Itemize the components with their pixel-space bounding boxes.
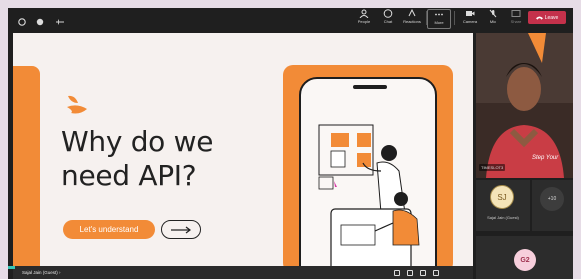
bunny-logo-icon: [67, 95, 87, 114]
headline-line-2: need API?: [61, 159, 197, 192]
participant-tile-g2[interactable]: G2: [476, 236, 573, 279]
meeting-toolbar: People Chat Reactions More Camera Mic Sh…: [8, 8, 573, 30]
share-view-controls: [394, 270, 439, 276]
people-puzzle-illustration: [318, 85, 420, 269]
lets-understand-button: Let's understand: [63, 220, 155, 239]
participant-tile-sj[interactable]: SJ Sajal Jain (Guest): [476, 180, 530, 231]
toolbar-left: [18, 13, 64, 26]
reactions-label: Reactions: [403, 19, 421, 24]
fullscreen-icon[interactable]: [433, 270, 439, 276]
people-button[interactable]: People: [352, 9, 376, 29]
shirt-text: Step Your: [532, 155, 559, 161]
chat-label: Chat: [383, 19, 393, 24]
avatar: SJ: [490, 185, 514, 209]
more-icon: [435, 13, 443, 16]
share-icon: [511, 10, 521, 17]
shared-screen-slide: Why do we need API? Let's understand: [13, 33, 473, 269]
zoom-icon[interactable]: [407, 270, 413, 276]
share-label: Share: [510, 19, 522, 24]
camera-icon: [466, 11, 475, 16]
people-icon: [359, 9, 369, 18]
reactions-icon: [408, 9, 416, 17]
mic-button[interactable]: Mic: [481, 9, 505, 29]
record-icon[interactable]: [18, 13, 28, 26]
leave-label: Leave: [544, 14, 559, 21]
headline-line-1: Why do we: [61, 125, 214, 158]
stop-icon[interactable]: [36, 13, 46, 26]
people-label: People: [357, 19, 371, 24]
camera-label: Camera: [462, 19, 478, 24]
reactions-button[interactable]: Reactions: [400, 9, 424, 29]
arrow-button: [161, 220, 201, 239]
minimize-icon[interactable]: [54, 13, 64, 25]
participant-name: Sajal Jain (Guest): [487, 215, 519, 220]
video-name-tag: TIMESLOT3: [479, 164, 506, 171]
toolbar-divider: [454, 11, 455, 25]
leave-button[interactable]: Leave: [528, 11, 566, 24]
phone-illustration: [299, 77, 437, 269]
participant-video-tile[interactable]: Step Your TIMESLOT3: [476, 33, 573, 178]
presenter-name-tag: Sajal Jain (Guest) ›: [22, 270, 61, 275]
more-label: More: [434, 20, 444, 25]
mic-label: Mic: [489, 19, 497, 24]
phone-hangup-icon: [535, 16, 543, 20]
slide-orange-panel-left: [13, 66, 40, 269]
presenter-name: Sajal Jain (Guest): [22, 270, 58, 275]
more-button[interactable]: More: [427, 9, 451, 29]
camera-button[interactable]: Camera: [458, 9, 482, 29]
avatar: G2: [514, 249, 536, 271]
fit-screen-icon[interactable]: [394, 270, 400, 276]
participant-video-feed: [476, 33, 573, 178]
slide-headline: Why do we need API?: [61, 125, 213, 193]
chat-button[interactable]: Chat: [376, 9, 400, 29]
arrow-right-icon: [171, 226, 191, 233]
popout-icon[interactable]: [420, 270, 426, 276]
share-button[interactable]: Share: [504, 9, 528, 29]
more-participants-tile[interactable]: +10: [532, 180, 573, 231]
chevron-right-icon: ›: [59, 270, 61, 275]
more-participants-count: +10: [540, 187, 564, 211]
progress-indicator: [8, 266, 15, 269]
chat-icon: [383, 9, 393, 18]
meeting-window: People Chat Reactions More Camera Mic Sh…: [8, 8, 573, 279]
mic-icon: [489, 9, 497, 18]
